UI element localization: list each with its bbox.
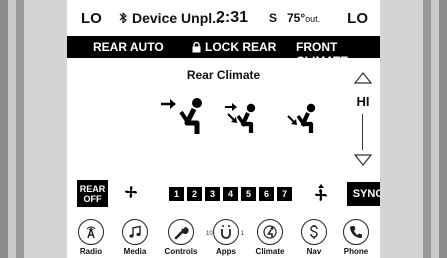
fan-high-icon[interactable] (312, 183, 330, 203)
driver-temp[interactable]: LO (81, 10, 102, 27)
nav-media[interactable]: Media (113, 219, 157, 256)
temp-setting: HI (356, 94, 370, 109)
rear-temp-control: HI (353, 72, 373, 172)
nav-controls-label: Controls (164, 247, 198, 256)
tab-lock-rear-label: LOCK REAR (205, 40, 277, 54)
device-status: Device Unpl... (117, 10, 224, 26)
fan-level-4[interactable]: 4 (223, 187, 238, 201)
fan-level-1[interactable]: 1 (169, 187, 184, 201)
bottom-nav: Radio Media Controls 10 1 Apps Climate N… (67, 219, 380, 258)
rear-off-line2: OFF (83, 194, 102, 204)
outside-temp: 75°out. (287, 11, 320, 25)
device-status-text: Device Unpl... (132, 10, 224, 26)
signal-indicator: S (269, 11, 278, 25)
fan-level-5[interactable]: 5 (241, 187, 256, 201)
apps-badge-left: 10 (206, 231, 213, 237)
status-bar: LO Device Unpl... 2:31 S 75°out. LO (67, 0, 380, 36)
nav-climate[interactable]: Climate (248, 219, 292, 256)
climate-icon (257, 219, 283, 245)
sync-button[interactable]: SYNC (347, 182, 380, 206)
outside-temp-unit: out. (305, 14, 321, 24)
mode-bilevel-button[interactable] (221, 102, 259, 136)
wrench-icon (168, 219, 194, 245)
tab-rear-auto[interactable]: REAR AUTO (93, 40, 164, 54)
floor-vent-icon (287, 103, 316, 133)
nav-nav[interactable]: Nav (292, 219, 336, 256)
phone-icon (343, 219, 369, 245)
outside-temp-value: 75° (287, 11, 306, 25)
nav-nav-label: Nav (306, 247, 322, 256)
nav-climate-label: Climate (255, 247, 285, 256)
nav-phone-label: Phone (343, 247, 369, 256)
rear-off-line1: REAR (79, 184, 106, 194)
fan-level-7[interactable]: 7 (277, 187, 292, 201)
nav-radio-label: Radio (79, 247, 103, 256)
nav-apps[interactable]: 10 1 Apps (204, 219, 248, 256)
temp-up-arrow-icon[interactable] (354, 72, 372, 84)
compass-icon (301, 219, 327, 245)
apps-badge-right: 1 (240, 231, 244, 237)
nav-media-label: Media (123, 247, 147, 256)
rear-off-button[interactable]: REAR OFF (77, 180, 108, 207)
fan-control-row: REAR OFF 1 2 3 4 5 6 7 SYNC (67, 180, 380, 208)
clock: 2:31 (216, 9, 249, 26)
fan-level-2[interactable]: 2 (187, 187, 202, 201)
fan-level-3[interactable]: 3 (205, 187, 220, 201)
nav-phone[interactable]: Phone (334, 219, 378, 256)
bilevel-vent-icon (225, 103, 256, 133)
fan-level-6[interactable]: 6 (259, 187, 274, 201)
nav-apps-label: Apps (216, 247, 236, 256)
fan-speed-levels: 1 2 3 4 5 6 7 (169, 187, 292, 201)
nav-controls[interactable]: Controls (159, 219, 203, 256)
display-screen: LO Device Unpl... 2:31 S 75°out. LO REAR… (67, 0, 380, 258)
temp-down-arrow-icon[interactable] (354, 154, 372, 166)
lock-icon (192, 41, 201, 52)
passenger-temp[interactable]: LO (347, 10, 368, 27)
right-bezel (380, 0, 447, 258)
page-title: Rear Climate (186, 68, 261, 82)
mode-face-button[interactable] (159, 96, 205, 138)
tab-front-climate[interactable]: FRONT CLIMATE (296, 40, 380, 68)
radio-icon (78, 219, 104, 245)
music-note-icon (122, 219, 148, 245)
nav-radio[interactable]: Radio (69, 219, 113, 256)
climate-tabs: REAR AUTO LOCK REAR FRONT CLIMATE (67, 36, 380, 68)
tab-lock-rear[interactable]: LOCK REAR (192, 40, 276, 54)
phone-signal-icon (119, 12, 127, 24)
temp-slider-track[interactable] (362, 114, 363, 150)
left-bezel (0, 0, 67, 258)
apps-icon (213, 219, 239, 245)
airflow-modes (159, 96, 319, 141)
mode-floor-button[interactable] (281, 102, 319, 136)
fan-low-icon[interactable] (124, 185, 138, 199)
face-vent-icon (161, 98, 202, 134)
